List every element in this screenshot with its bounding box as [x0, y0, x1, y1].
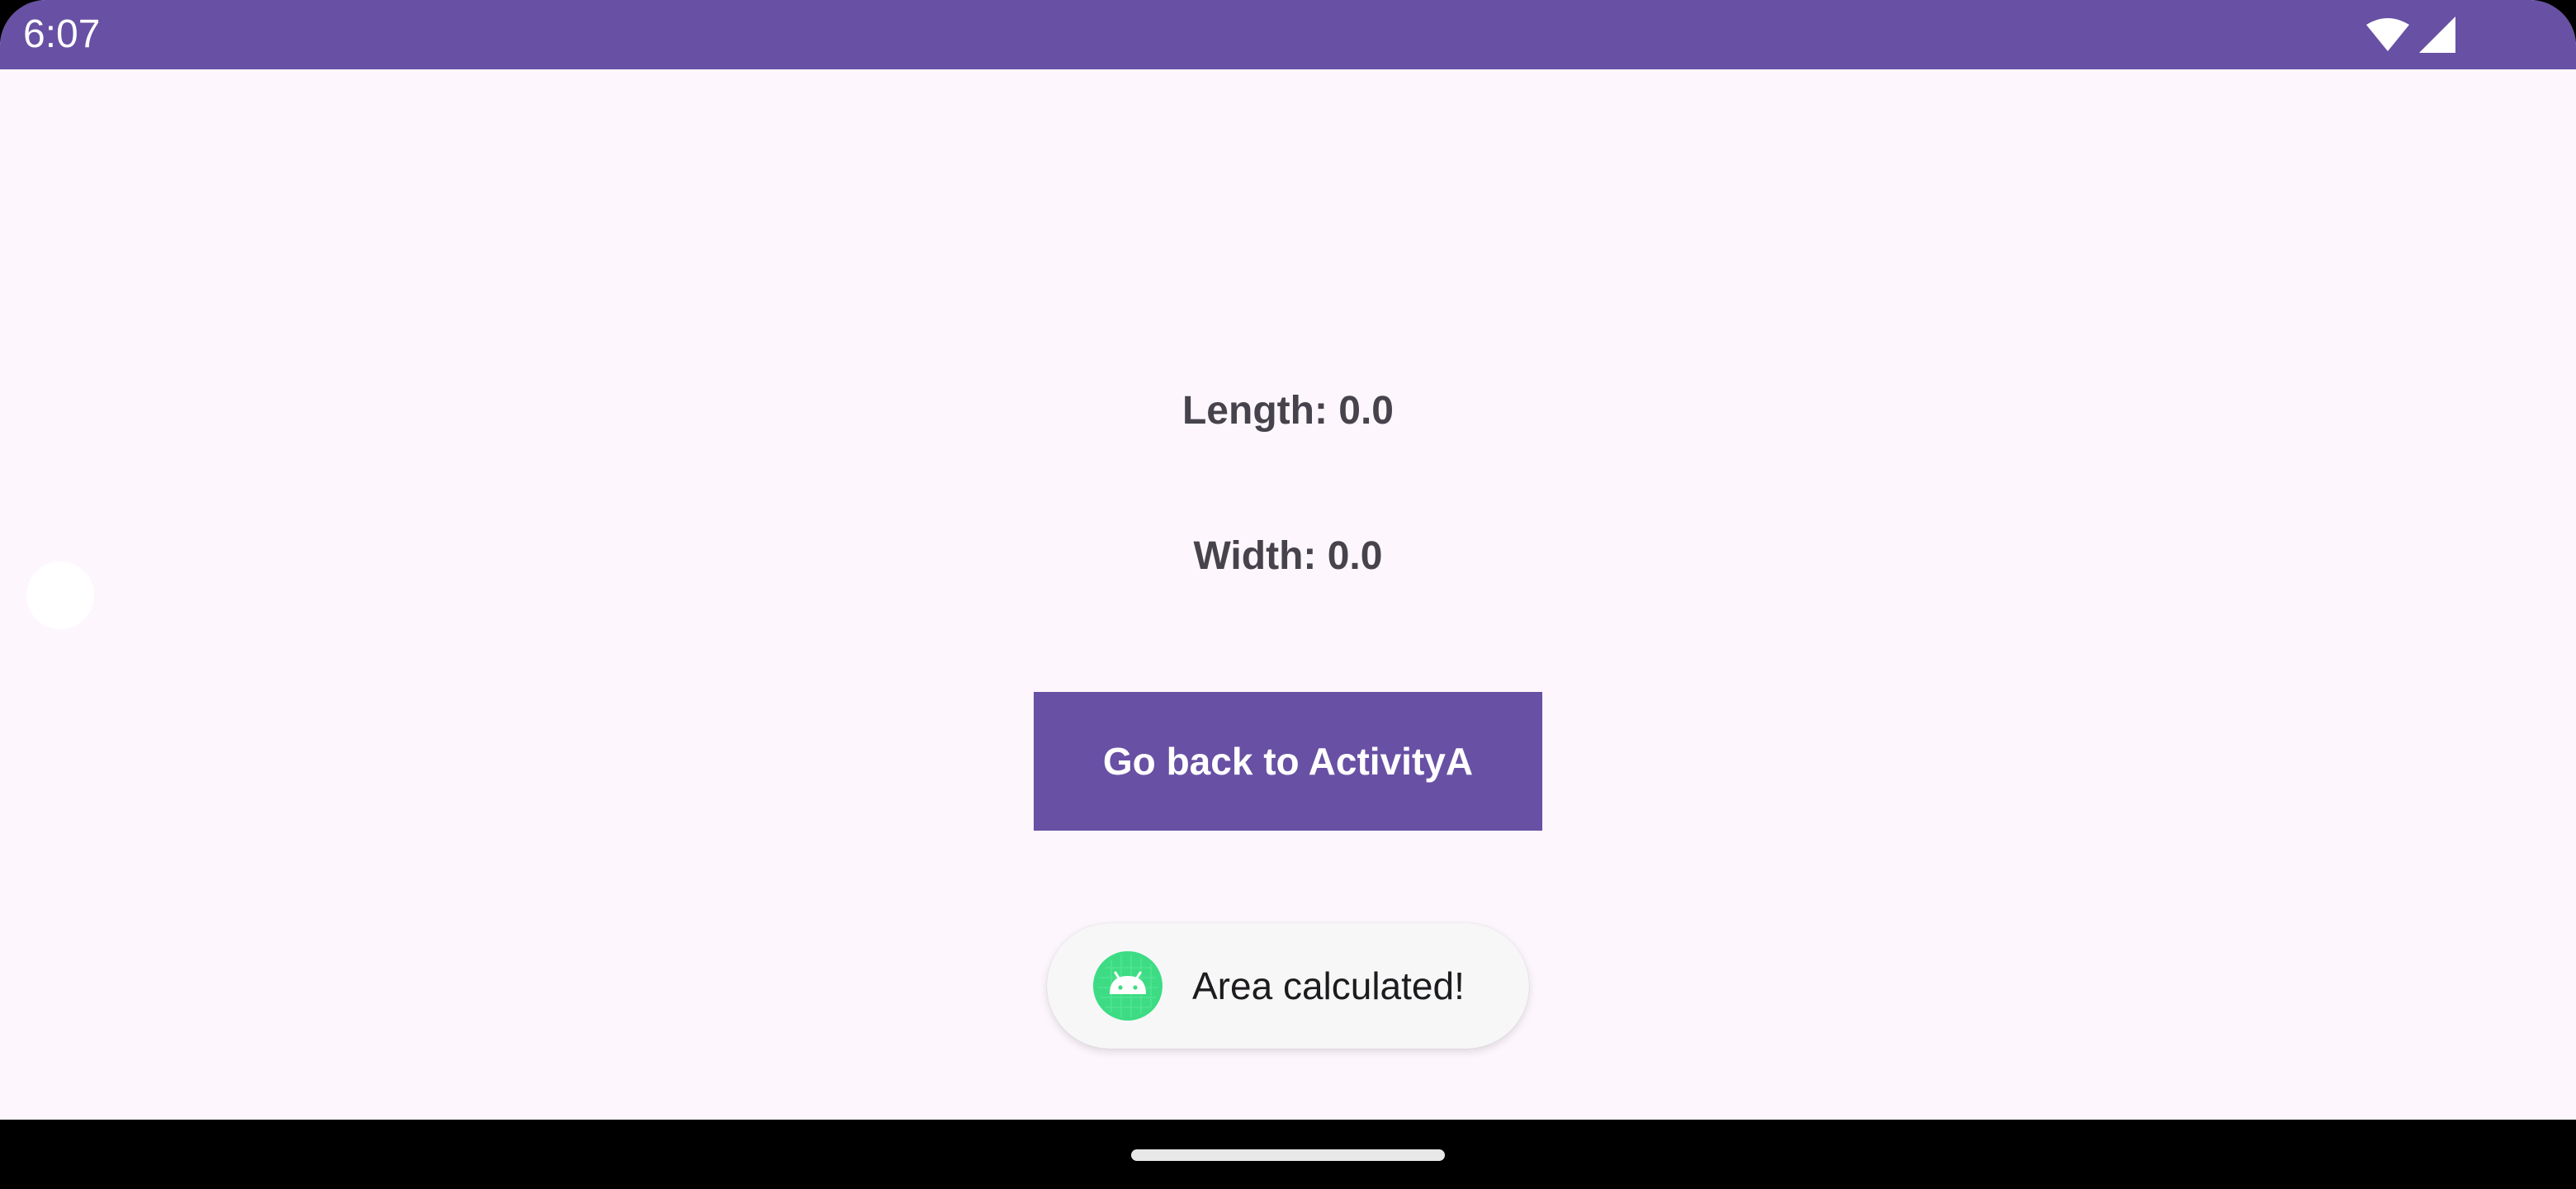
main-content: Length: 0.0 Width: 0.0 Go back to Activi…: [0, 69, 2576, 1120]
cell-signal-icon: [2419, 17, 2455, 53]
width-text: Width: 0.0: [1193, 534, 1383, 578]
floating-touch-handle[interactable]: [26, 561, 94, 629]
status-bar: 6:07: [0, 0, 2576, 69]
navigation-bar: [0, 1120, 2576, 1189]
status-icons: [2366, 17, 2455, 53]
wifi-icon: [2366, 18, 2409, 51]
gesture-handle[interactable]: [1131, 1149, 1445, 1161]
app-screen: 6:07 Length: 0.0 Width: 0.0 Go back to A…: [0, 0, 2576, 1189]
go-back-button[interactable]: Go back to ActivityA: [1034, 692, 1542, 831]
length-text: Length: 0.0: [1181, 389, 1394, 433]
android-icon: [1093, 951, 1163, 1021]
status-time: 6:07: [23, 12, 101, 56]
toast-message: Area calculated!: [1192, 964, 1465, 1007]
toast: Area calculated!: [1047, 923, 1529, 1049]
